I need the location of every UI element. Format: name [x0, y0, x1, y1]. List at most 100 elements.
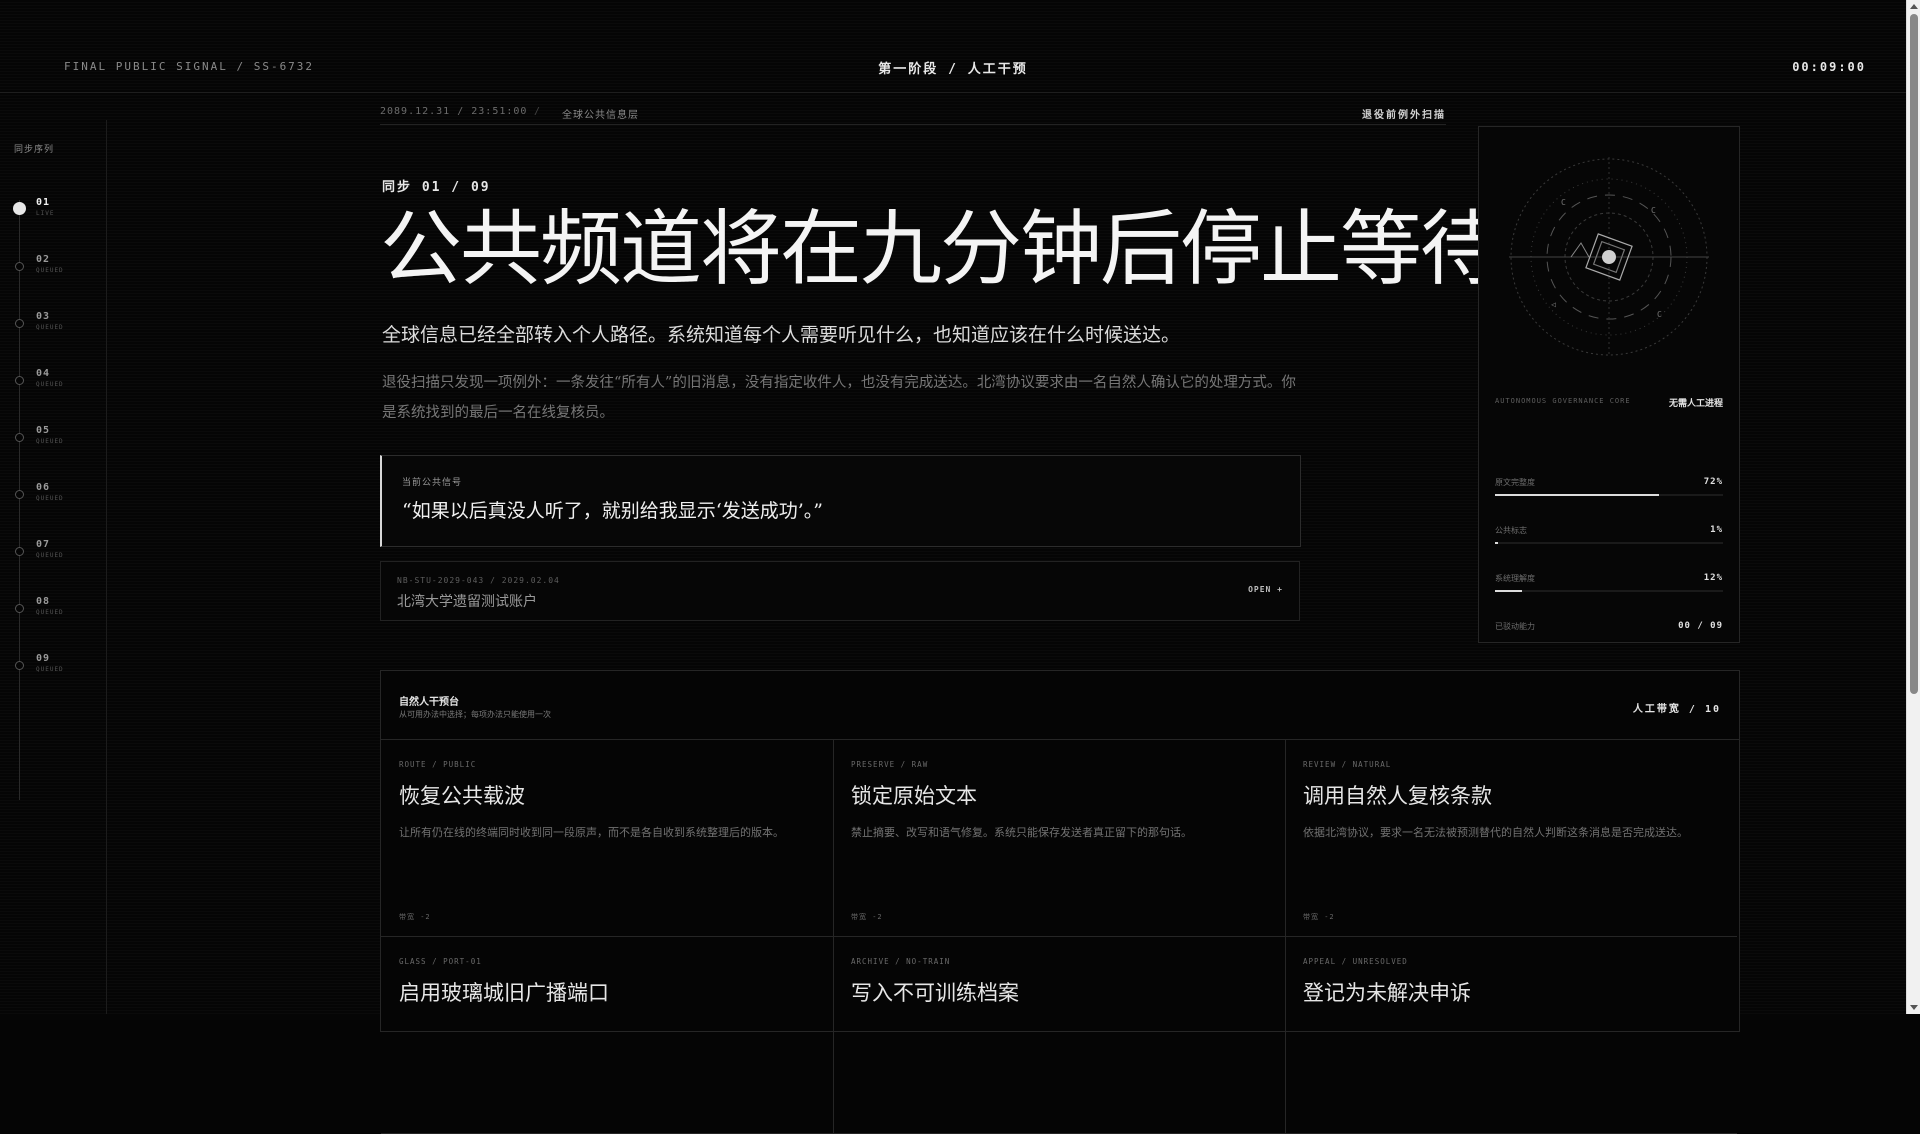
step-status: QUEUED [36, 324, 64, 331]
sequence-step-03[interactable]: 03 QUEUED [0, 311, 100, 351]
svg-text:C: C [1651, 206, 1656, 215]
step-dot-icon [15, 262, 24, 271]
step-dot-icon [15, 490, 24, 499]
desk-header: 自然人干预台 从可用办法中选择；每项办法只能使用一次 人工带宽 / 10 [381, 671, 1739, 740]
stat-progress-track [1495, 542, 1723, 544]
step-number: 03 [36, 311, 51, 322]
stat-row: 原文完整度 72% [1495, 477, 1723, 507]
timestamp: 2089.12.31 / 23:51:00 [380, 106, 528, 117]
step-status: LIVE [36, 210, 55, 217]
card-title: 登记为未解决申诉 [1303, 981, 1471, 1005]
countdown-timer: 00:09:00 [1792, 60, 1866, 74]
card-tag: APPEAL / UNRESOLVED [1303, 957, 1408, 966]
sync-sequence-sidebar: 同步序列 01 LIVE 02 QUEUED 03 QUEUED 04 QUEUED 05 QUE… [0, 120, 107, 1014]
step-status: QUEUED [36, 495, 64, 502]
step-number: 01 [36, 197, 51, 208]
stat-row: 公共标志 1% [1495, 525, 1723, 555]
sync-counter: 同步 01 / 09 [382, 180, 491, 195]
intervention-option-card[interactable]: ROUTE / PUBLIC 恢复公共载波让所有仍在线的终端同时收到同一段原声，而… [381, 740, 834, 937]
step-dot-icon [15, 547, 24, 556]
stat-label: 系统理解度 [1495, 574, 1535, 583]
scroll-down-icon[interactable] [1910, 1005, 1918, 1010]
bandwidth-counter: 人工带宽 / 10 [1632, 704, 1721, 715]
sequence-step-02[interactable]: 02 QUEUED [0, 254, 100, 294]
step-status: QUEUED [36, 609, 64, 616]
card-text: 让所有仍在线的终端同时收到同一段原声，而不是各自收到系统整理后的版本。 [399, 826, 784, 839]
signal-quote: “如果以后真没人听了，就别给我显示‘发送成功’。” [402, 500, 824, 522]
intervention-option-card[interactable]: ARCHIVE / NO-TRAIN 写入不可训练档案 [833, 937, 1286, 1134]
stat-label: 已驳动能力 [1495, 622, 1535, 631]
top-header: FINAL PUBLIC SIGNAL / SS-6732 第一阶段 / 人工干… [0, 40, 1906, 93]
intervention-option-card[interactable]: REVIEW / NATURAL 调用自然人复核条款 依据北湾协议，要求一名无法被预… [1285, 740, 1737, 937]
account-id: NB-STU-2029-043 / 2029.02.04 [397, 576, 560, 585]
stat-progress-fill [1495, 590, 1523, 592]
stat-value: 12% [1703, 573, 1723, 583]
scroll-up-icon[interactable] [1910, 4, 1918, 9]
step-dot-icon [15, 319, 24, 328]
sequence-step-08[interactable]: 08 QUEUED [0, 596, 100, 636]
step-status: QUEUED [36, 552, 64, 559]
step-number: 02 [36, 254, 51, 265]
step-number: 09 [36, 653, 51, 664]
open-account-button[interactable]: OPEN + [1248, 585, 1283, 594]
sequence-step-05[interactable]: 05 QUEUED [0, 425, 100, 465]
intervention-option-card[interactable]: PRESERVE / RAW 锁定原始文本禁止摘要、改写和语气修复。系统只能保存发… [833, 740, 1286, 937]
step-dot-icon [15, 376, 24, 385]
svg-text:C: C [1561, 198, 1566, 207]
step-dot-icon [15, 433, 24, 442]
card-cost: 带宽 -2 [851, 913, 883, 921]
subtitle: 全球信息已经全部转入个人路径。系统知道每个人需要听见什么，也知道应该在什么时候送… [382, 324, 1181, 346]
card-title: 锁定原始文本 [851, 784, 977, 808]
gov-core-label: AUTONOMOUS GOVERNANCE CORE [1495, 397, 1631, 405]
card-title: 写入不可训练档案 [851, 981, 1019, 1005]
stat-progress-track [1495, 494, 1723, 496]
scrollbar[interactable] [1906, 0, 1920, 1014]
account-name: 北湾大学遗留测试账户 [397, 594, 537, 610]
meta-separator: / [534, 106, 542, 117]
step-dot-icon [15, 661, 24, 670]
card-title: 调用自然人复核条款 [1303, 784, 1492, 808]
card-text: 禁止摘要、改写和语气修复。系统只能保存发送者真正留下的那句话。 [851, 826, 1192, 839]
sequence-step-04[interactable]: 04 QUEUED [0, 368, 100, 408]
step-status: QUEUED [36, 267, 64, 274]
exception-scan-label: 退役前例外扫描 [1362, 110, 1446, 121]
card-cost: 带宽 -2 [1303, 913, 1335, 921]
stat-value: 1% [1710, 525, 1723, 535]
description: 退役扫描只发现一项例外：一条发往“所有人”的旧消息，没有指定收件人，也没有完成送… [382, 375, 1296, 421]
signal-label: 当前公共信号 [402, 478, 463, 488]
step-status: QUEUED [36, 381, 64, 388]
svg-text:◁: ◁ [1551, 300, 1556, 309]
account-row[interactable]: NB-STU-2029-043 / 2029.02.04 北湾大学遗留测试账户 … [380, 561, 1300, 621]
sequence-step-06[interactable]: 06 QUEUED [0, 482, 100, 522]
info-layer: 全球公共信息层 [562, 110, 639, 121]
gov-core-value: 无需人工进程 [1668, 399, 1723, 409]
stat-value: 72% [1703, 477, 1723, 487]
step-dot-icon [13, 202, 26, 215]
radar-icon: C C ◁ C [1509, 157, 1709, 357]
governance-panel: CC ◁ C AUTONOMOUS GOVERNANCE CORE 无需人工进程 … [1478, 126, 1740, 643]
step-number: 05 [36, 425, 51, 436]
sequence-step-01[interactable]: 01 LIVE [0, 197, 100, 237]
sequence-step-09[interactable]: 09 QUEUED [0, 653, 100, 693]
page-title: 公共频道将在九分钟后停止等待 [380, 202, 1502, 297]
card-title: 启用玻璃城旧广播端口 [399, 981, 609, 1005]
sidebar-title: 同步序列 [14, 145, 55, 155]
card-tag: ROUTE / PUBLIC [399, 760, 477, 769]
intervention-option-card[interactable]: APPEAL / UNRESOLVED 登记为未解决申诉 [1285, 937, 1737, 1134]
intervention-option-card[interactable]: GLASS / PORT-01 启用玻璃城旧广播端口 [381, 937, 834, 1134]
step-dot-icon [15, 604, 24, 613]
desk-title: 自然人干预台 [399, 697, 459, 708]
step-status: QUEUED [36, 666, 64, 673]
card-tag: PRESERVE / RAW [851, 760, 929, 769]
stat-label: 公共标志 [1495, 526, 1527, 535]
stat-row: 已驳动能力 00 / 09 [1495, 621, 1723, 651]
sequence-step-07[interactable]: 07 QUEUED [0, 539, 100, 579]
card-tag: REVIEW / NATURAL [1303, 760, 1392, 769]
stat-progress-fill [1495, 542, 1499, 544]
desk-subtitle: 从可用办法中选择；每项办法只能使用一次 [399, 710, 551, 719]
stat-label: 原文完整度 [1495, 478, 1535, 487]
step-number: 04 [36, 368, 51, 379]
card-title: 恢复公共载波 [399, 784, 525, 808]
scrollbar-thumb[interactable] [1910, 14, 1918, 694]
phase-title: 第一阶段 / 人工干预 [878, 62, 1028, 77]
